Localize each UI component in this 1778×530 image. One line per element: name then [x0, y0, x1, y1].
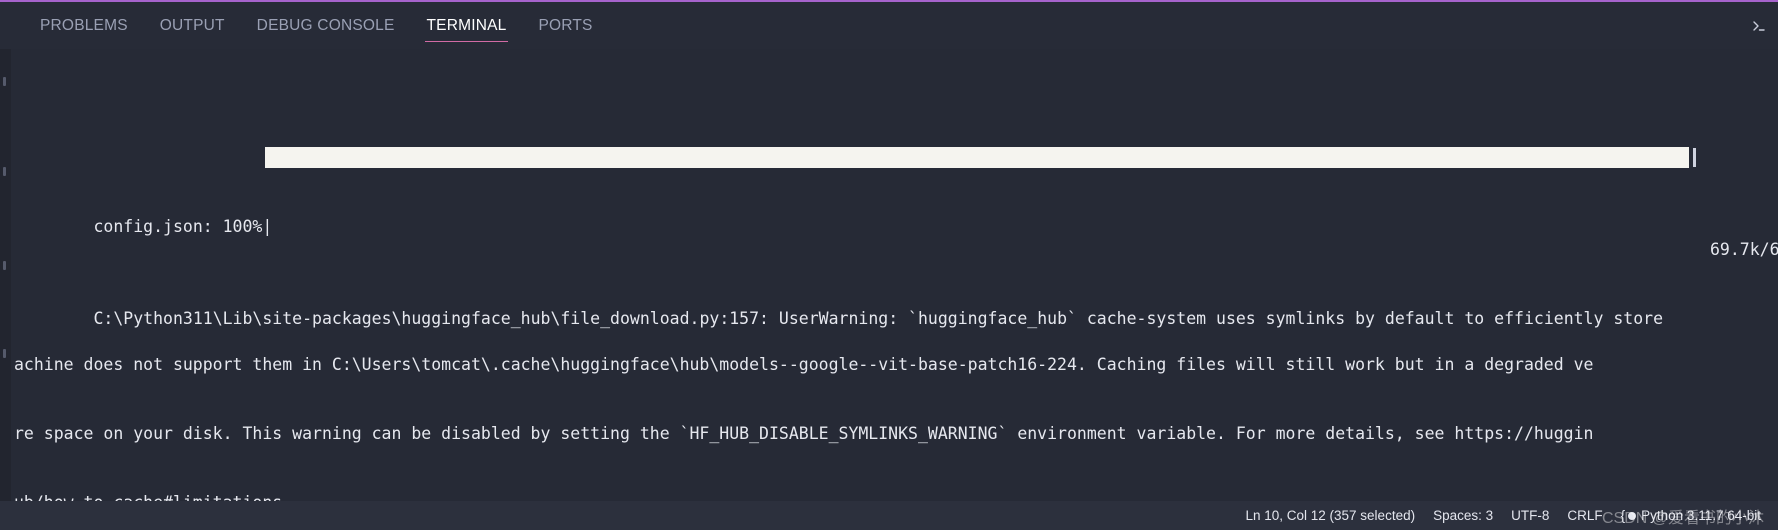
status-bar: Ln 10, Col 12 (357 selected) Spaces: 3 U…	[0, 501, 1778, 530]
status-indentation[interactable]: Spaces: 3	[1424, 501, 1502, 530]
panel-tabs: PROBLEMS OUTPUT DEBUG CONSOLE TERMINAL P…	[24, 2, 609, 49]
terminal-scroll-gutter[interactable]	[0, 49, 11, 501]
tab-debug-console-label: DEBUG CONSOLE	[256, 16, 395, 34]
tab-terminal-label: TERMINAL	[426, 16, 507, 34]
status-encoding-label: UTF-8	[1511, 508, 1550, 523]
terminal-output-area[interactable]: config.json: 100%| 69.7k/69 C:\Python311…	[0, 49, 1778, 501]
status-language-mode-label: Python 3.11.7 64-bit	[1641, 508, 1761, 523]
tab-output[interactable]: OUTPUT	[144, 2, 241, 49]
terminal-line-text: config.json: 100%|	[93, 217, 273, 236]
tab-terminal[interactable]: TERMINAL	[411, 2, 523, 49]
gutter-mark	[3, 77, 6, 86]
terminal-line: config.json: 100%| 69.7k/69	[14, 146, 1778, 259]
progress-rate-config-json: 69.7k/69	[1710, 240, 1778, 259]
terminal-line-text: re space on your disk. This warning can …	[14, 424, 1594, 443]
terminal-line-text: C:\Python311\Lib\site-packages\huggingfa…	[93, 309, 1664, 328]
status-language-mode[interactable]: { Python 3.11.7 64-bit	[1612, 501, 1770, 530]
python-env-dot-icon	[1628, 511, 1637, 520]
status-cursor-position-label: Ln 10, Col 12 (357 selected)	[1245, 508, 1416, 523]
terminal-lines[interactable]: config.json: 100%| 69.7k/69 C:\Python311…	[14, 49, 1778, 501]
tab-problems[interactable]: PROBLEMS	[24, 2, 144, 49]
tab-ports[interactable]: PORTS	[522, 2, 608, 49]
panel-actions	[1746, 2, 1772, 49]
status-eol-label: CRLF	[1567, 508, 1603, 523]
progress-bar-config-json	[265, 147, 1689, 168]
status-encoding[interactable]: UTF-8	[1502, 501, 1558, 530]
terminal-line: ub/how-to-cache#limitations.	[14, 491, 1778, 501]
gutter-mark	[3, 167, 6, 176]
terminal-line: re space on your disk. This warning can …	[14, 422, 1778, 445]
tab-problems-label: PROBLEMS	[40, 16, 128, 34]
terminal-line-text: achine does not support them in C:\Users…	[14, 355, 1594, 374]
terminal-line: achine does not support them in C:\Users…	[14, 353, 1778, 376]
status-cursor-position[interactable]: Ln 10, Col 12 (357 selected)	[1236, 501, 1424, 530]
gutter-mark	[3, 349, 6, 358]
progress-bar-cap	[1693, 148, 1696, 167]
panel-tab-bar: PROBLEMS OUTPUT DEBUG CONSOLE TERMINAL P…	[0, 2, 1778, 49]
tab-debug-console[interactable]: DEBUG CONSOLE	[241, 2, 411, 49]
status-indentation-label: Spaces: 3	[1433, 508, 1494, 523]
tab-ports-label: PORTS	[538, 16, 593, 34]
vscode-panel-window: PROBLEMS OUTPUT DEBUG CONSOLE TERMINAL P…	[0, 0, 1778, 530]
status-eol[interactable]: CRLF	[1558, 501, 1611, 530]
chevron-right-angle-icon[interactable]	[1746, 13, 1772, 39]
terminal-line-text: ub/how-to-cache#limitations.	[14, 491, 292, 501]
terminal-line: C:\Python311\Lib\site-packages\huggingfa…	[14, 261, 1778, 328]
gutter-mark	[3, 261, 6, 270]
tab-output-label: OUTPUT	[159, 16, 225, 34]
status-language-brace: {	[1620, 508, 1626, 523]
